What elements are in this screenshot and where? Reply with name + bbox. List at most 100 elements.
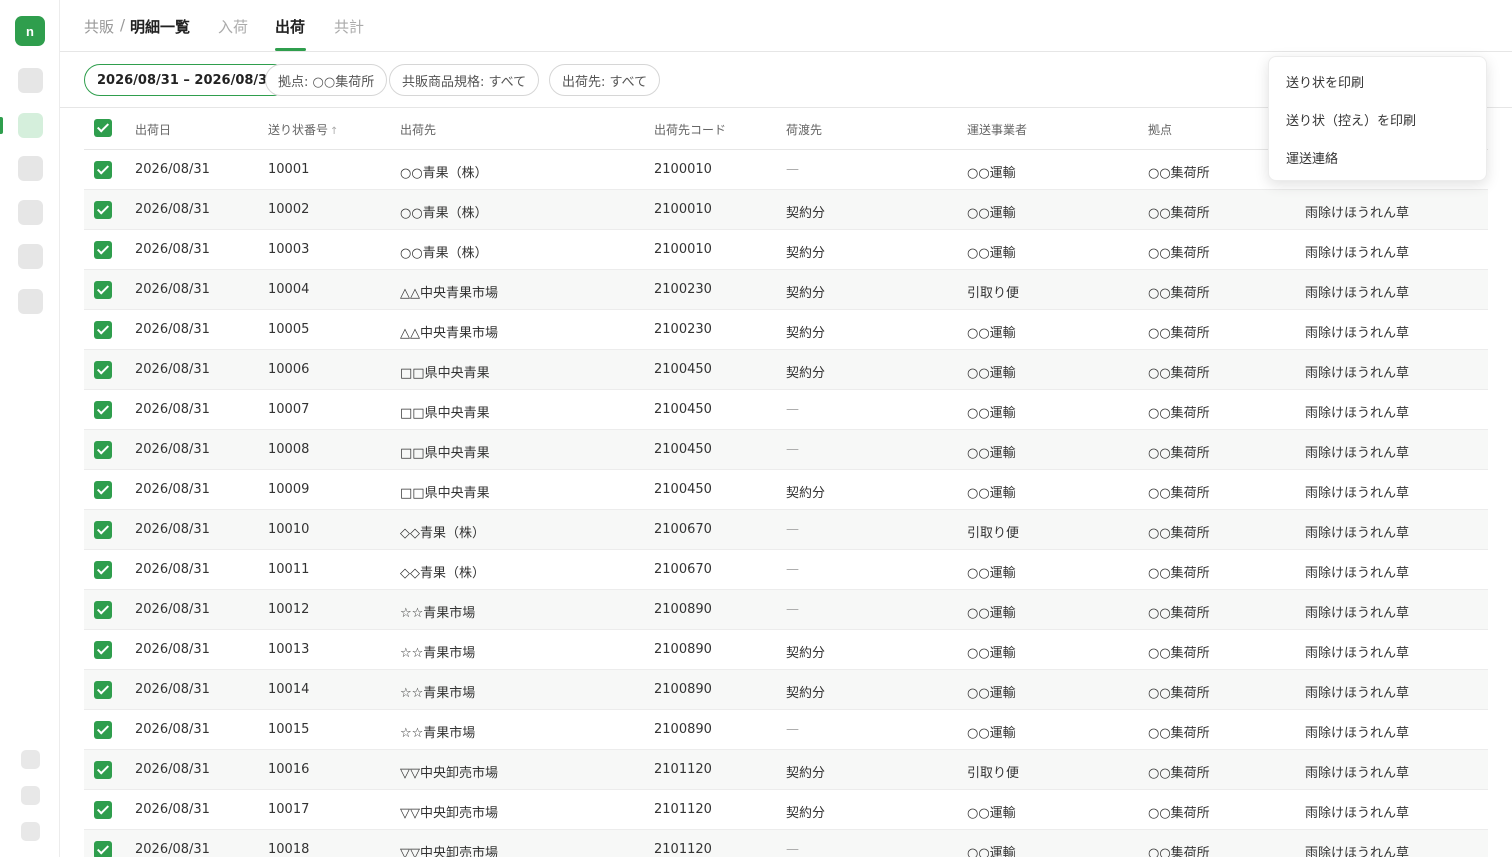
row-checkbox[interactable] (94, 321, 112, 339)
row-checkbox[interactable] (94, 201, 112, 219)
row-checkbox[interactable] (94, 601, 112, 619)
table-row[interactable]: 2026/08/31 10011 ◇◇青果（株） 2100670 — ○○運輸 ○○集荷所 雨… (84, 550, 1488, 590)
app-logo[interactable]: n (15, 16, 45, 46)
base-filter[interactable]: 拠点: ○○集荷所 (265, 64, 388, 96)
cell-carrier: 引取り便 (967, 526, 1020, 541)
nav-icon-5[interactable] (18, 244, 43, 269)
row-checkbox[interactable] (94, 441, 112, 459)
table-row[interactable]: 2026/08/31 10014 ☆☆青果市場 2100890 契約分 ○○運輸 ○○集荷所… (84, 670, 1488, 710)
cell-ship-date: 2026/08/31 (135, 842, 210, 857)
table-row[interactable]: 2026/08/31 10012 ☆☆青果市場 2100890 — ○○運輸 ○○集荷所 雨除… (84, 590, 1488, 630)
row-checkbox[interactable] (94, 241, 112, 259)
cell-destination-code: 2100890 (654, 602, 712, 617)
cell-destination-code: 2100450 (654, 362, 712, 377)
cell-consignee: 契約分 (786, 686, 826, 701)
cell-invoice-number: 10003 (268, 242, 310, 257)
header-destination[interactable]: 出荷先 (400, 121, 436, 138)
row-checkbox[interactable] (94, 641, 112, 659)
spec-filter[interactable]: 共販商品規格: すべて (389, 64, 540, 96)
table-row[interactable]: 2026/08/31 10018 ▽▽中央卸売市場 2101120 — ○○運輸 ○○集荷所… (84, 830, 1488, 857)
cell-destination-code: 2100890 (654, 722, 712, 737)
row-checkbox[interactable] (94, 481, 112, 499)
table-row[interactable]: 2026/08/31 10013 ☆☆青果市場 2100890 契約分 ○○運輸 ○○集荷所… (84, 630, 1488, 670)
table-row[interactable]: 2026/08/31 10010 ◇◇青果（株） 2100670 — 引取り便 ○○集荷所 雨… (84, 510, 1488, 550)
nav-bottom-icon-3[interactable] (21, 822, 40, 841)
cell-ship-date: 2026/08/31 (135, 322, 210, 337)
nav-bottom-icon-1[interactable] (21, 750, 40, 769)
row-checkbox[interactable] (94, 761, 112, 779)
row-checkbox[interactable] (94, 281, 112, 299)
nav-icon-1[interactable] (18, 68, 43, 93)
cell-consignee: 契約分 (786, 766, 826, 781)
table-row[interactable]: 2026/08/31 10016 ▽▽中央卸売市場 2101120 契約分 引取り便 ○○集… (84, 750, 1488, 790)
cell-product: 雨除けほうれん草 (1305, 606, 1410, 621)
nav-icon-2-active[interactable] (18, 113, 43, 138)
cell-consignee: — (786, 722, 799, 737)
table-row[interactable]: 2026/08/31 10002 ○○青果（株） 2100010 契約分 ○○運輸 ○○集荷… (84, 190, 1488, 230)
table-row[interactable]: 2026/08/31 10007 □□県中央青果 2100450 — ○○運輸 ○○集荷所 雨… (84, 390, 1488, 430)
cell-consignee: — (786, 402, 799, 417)
header-consignee[interactable]: 荷渡先 (786, 121, 822, 138)
cell-base: ○○集荷所 (1148, 406, 1210, 421)
row-checkbox[interactable] (94, 721, 112, 739)
header-ship-date[interactable]: 出荷日 (135, 121, 171, 138)
tab-arrivals[interactable]: 入荷 (218, 16, 248, 37)
cell-destination: ▽▽中央卸売市場 (400, 846, 498, 857)
table-row[interactable]: 2026/08/31 10015 ☆☆青果市場 2100890 — ○○運輸 ○○集荷所 雨除… (84, 710, 1488, 750)
cell-invoice-number: 10008 (268, 442, 310, 457)
table-row[interactable]: 2026/08/31 10009 □□県中央青果 2100450 契約分 ○○運輸 ○○集荷… (84, 470, 1488, 510)
table-row[interactable]: 2026/08/31 10006 □□県中央青果 2100450 契約分 ○○運輸 ○○集荷… (84, 350, 1488, 390)
sidebar: n (0, 0, 60, 857)
cell-consignee: 契約分 (786, 646, 826, 661)
table-row[interactable]: 2026/08/31 10017 ▽▽中央卸売市場 2101120 契約分 ○○運輸 ○○集… (84, 790, 1488, 830)
header-base[interactable]: 拠点 (1148, 121, 1172, 138)
nav-icon-6[interactable] (18, 289, 43, 314)
menu-item-print-invoice-copy[interactable]: 送り状（控え）を印刷 (1286, 110, 1416, 129)
header-carrier[interactable]: 運送事業者 (967, 121, 1027, 138)
menu-item-carrier-contact[interactable]: 運送連絡 (1286, 148, 1338, 167)
cell-carrier: ○○運輸 (967, 606, 1016, 621)
tab-shipments[interactable]: 出荷 (275, 16, 305, 37)
cell-destination: □□県中央青果 (400, 366, 490, 381)
header-destination-code[interactable]: 出荷先コード (654, 121, 726, 138)
breadcrumb-root[interactable]: 共販 (84, 16, 114, 37)
menu-item-print-invoice[interactable]: 送り状を印刷 (1286, 72, 1364, 91)
row-checkbox[interactable] (94, 841, 112, 857)
table-row[interactable]: 2026/08/31 10008 □□県中央青果 2100450 — ○○運輸 ○○集荷所 雨… (84, 430, 1488, 470)
nav-bottom-icon-2[interactable] (21, 786, 40, 805)
table-row[interactable]: 2026/08/31 10004 △△中央青果市場 2100230 契約分 引取り便 ○○集… (84, 270, 1488, 310)
cell-ship-date: 2026/08/31 (135, 162, 210, 177)
row-checkbox[interactable] (94, 801, 112, 819)
cell-carrier: ○○運輸 (967, 166, 1016, 181)
cell-consignee: 契約分 (786, 326, 826, 341)
nav-icon-3[interactable] (18, 156, 43, 181)
header: 共販 / 明細一覧 入荷 出荷 共計 (60, 0, 1512, 52)
table-row[interactable]: 2026/08/31 10005 △△中央青果市場 2100230 契約分 ○○運輸 ○○集… (84, 310, 1488, 350)
cell-base: ○○集荷所 (1148, 606, 1210, 621)
header-invoice-number[interactable]: 送り状番号 ↑ (268, 121, 338, 138)
cell-carrier: ○○運輸 (967, 846, 1016, 857)
cell-carrier: ○○運輸 (967, 646, 1016, 661)
row-checkbox[interactable] (94, 161, 112, 179)
cell-consignee: — (786, 602, 799, 617)
row-checkbox[interactable] (94, 561, 112, 579)
nav-icon-4[interactable] (18, 200, 43, 225)
table-row[interactable]: 2026/08/31 10003 ○○青果（株） 2100010 契約分 ○○運輸 ○○集荷… (84, 230, 1488, 270)
tab-totals[interactable]: 共計 (334, 16, 364, 37)
cell-base: ○○集荷所 (1148, 686, 1210, 701)
row-checkbox[interactable] (94, 361, 112, 379)
cell-destination: □□県中央青果 (400, 446, 490, 461)
row-checkbox[interactable] (94, 401, 112, 419)
cell-invoice-number: 10016 (268, 762, 310, 777)
destination-filter[interactable]: 出荷先: すべて (549, 64, 661, 96)
row-checkbox[interactable] (94, 521, 112, 539)
cell-base: ○○集荷所 (1148, 166, 1210, 181)
active-nav-indicator (0, 117, 3, 134)
date-range-filter[interactable]: 2026/08/31 – 2026/08/31 (84, 64, 290, 96)
cell-ship-date: 2026/08/31 (135, 402, 210, 417)
cell-carrier: ○○運輸 (967, 446, 1016, 461)
row-checkbox[interactable] (94, 681, 112, 699)
select-all-checkbox[interactable] (94, 119, 112, 137)
cell-destination: ▽▽中央卸売市場 (400, 766, 498, 781)
cell-product: 雨除けほうれん草 (1305, 686, 1410, 701)
